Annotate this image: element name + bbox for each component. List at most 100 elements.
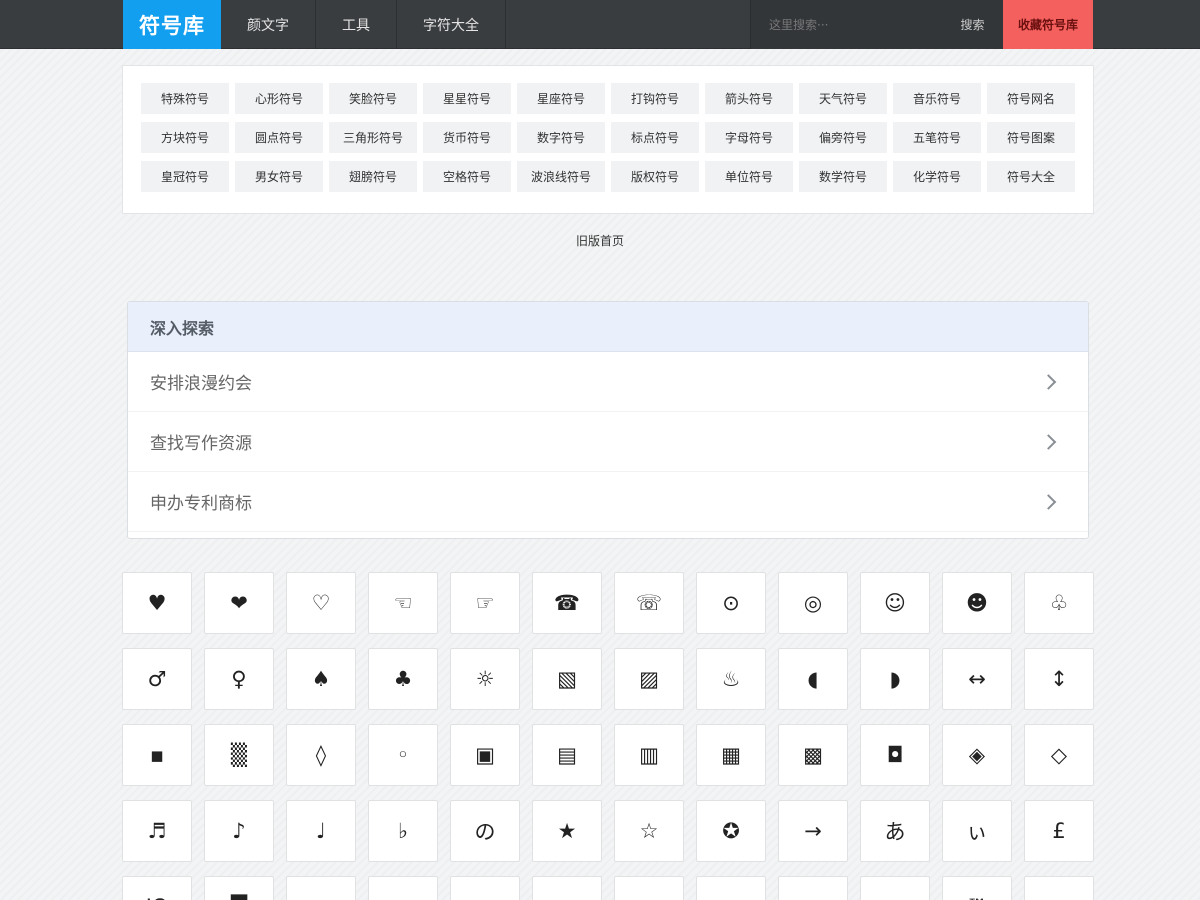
symbol-tile[interactable]: ★ (532, 800, 602, 862)
symbol-tile[interactable]: ♣ (368, 648, 438, 710)
category-item[interactable]: 数学符号 (799, 161, 887, 192)
symbol-tile[interactable]: ☼ (450, 648, 520, 710)
symbol-tile[interactable]: あ (860, 800, 930, 862)
category-item[interactable]: 星座符号 (517, 83, 605, 114)
category-item[interactable]: 圆点符号 (235, 122, 323, 153)
symbol-tile[interactable]: ◗ (860, 648, 930, 710)
category-item[interactable]: 皇冠符号 (141, 161, 229, 192)
symbol-tile[interactable]: ◦ (368, 724, 438, 786)
symbol-tile[interactable]: ◤ (450, 876, 520, 900)
category-item[interactable]: 打钩符号 (611, 83, 699, 114)
category-item[interactable]: 空格符号 (423, 161, 511, 192)
symbol-tile[interactable]: ☎ (532, 572, 602, 634)
category-item[interactable]: 版权符号 (611, 161, 699, 192)
symbol-tile[interactable]: ♥ (122, 572, 192, 634)
symbol-tile[interactable]: ◎ (778, 572, 848, 634)
symbol-tile[interactable]: ™ (942, 876, 1012, 900)
symbol-tile[interactable]: ▒ (204, 724, 274, 786)
category-item[interactable]: 心形符号 (235, 83, 323, 114)
symbol-tile[interactable]: ◇ (1024, 724, 1094, 786)
symbol-tile[interactable]: ♀ (204, 648, 274, 710)
symbol-tile[interactable]: ▨ (614, 648, 684, 710)
category-item[interactable]: 五笔符号 (893, 122, 981, 153)
symbol-tile[interactable]: ♧ (1024, 572, 1094, 634)
symbol-tile[interactable]: ≤ (1024, 876, 1094, 900)
symbol-tile[interactable]: ▩ (778, 724, 848, 786)
explore-item-patent[interactable]: 申办专利商标 (128, 472, 1088, 532)
category-item[interactable]: 星星符号 (423, 83, 511, 114)
symbol-tile[interactable]: ❤ (204, 572, 274, 634)
favorite-button[interactable]: 收藏符号库 (1003, 0, 1093, 49)
explore-item-writing[interactable]: 查找写作资源 (128, 412, 1088, 472)
symbol-tile[interactable]: ↔ (942, 648, 1012, 710)
symbol-tile[interactable]: ぃ (942, 800, 1012, 862)
search-input[interactable] (751, 0, 941, 49)
symbol-tile[interactable]: ◈ (942, 724, 1012, 786)
category-item[interactable]: 天气符号 (799, 83, 887, 114)
symbol-tile[interactable]: ♡ (286, 572, 356, 634)
category-item[interactable]: 货币符号 (423, 122, 511, 153)
symbol-tile[interactable]: ｃ (286, 876, 356, 900)
symbol-tile[interactable]: £ (1024, 800, 1094, 862)
explore-item-date[interactable]: 安排浪漫约会 (128, 352, 1088, 412)
symbol-tile[interactable]: ↕ (1024, 648, 1094, 710)
symbol-tile[interactable]: の (450, 800, 520, 862)
symbol-tile[interactable]: ▣ (450, 724, 520, 786)
nav-emoticons[interactable]: 颜文字 (221, 0, 316, 49)
symbol-tile[interactable]: ✪ (696, 800, 766, 862)
category-item[interactable]: 字母符号 (705, 122, 793, 153)
symbol-tile[interactable]: Ю (122, 876, 192, 900)
category-item[interactable]: 标点符号 (611, 122, 699, 153)
symbol-tile[interactable]: ◬ (368, 876, 438, 900)
category-item[interactable]: 波浪线符号 (517, 161, 605, 192)
symbol-tile[interactable]: ♩ (286, 800, 356, 862)
symbol-tile[interactable]: ◖ (778, 648, 848, 710)
symbol-tile[interactable]: ♪ (204, 800, 274, 862)
symbol-tile[interactable]: ☏ (614, 572, 684, 634)
symbol-tile[interactable]: ｡ (778, 876, 848, 900)
site-logo[interactable]: 符号库 (123, 0, 221, 49)
symbol-tile[interactable]: ▀ (204, 876, 274, 900)
nav-tools[interactable]: 工具 (316, 0, 397, 49)
category-item[interactable]: 符号网名 (987, 83, 1075, 114)
category-item[interactable]: 音乐符号 (893, 83, 981, 114)
symbol-tile[interactable]: ▥ (614, 724, 684, 786)
symbol-tile[interactable]: ♬ (122, 800, 192, 862)
category-item[interactable]: 三角形符号 (329, 122, 417, 153)
symbol-tile[interactable]: ◥ (532, 876, 602, 900)
category-item[interactable]: 符号图案 (987, 122, 1075, 153)
symbol-tile[interactable]: ☻ (942, 572, 1012, 634)
symbol-tile[interactable]: ▦ (696, 724, 766, 786)
symbol-tile[interactable]: ▪ (122, 724, 192, 786)
old-home-link[interactable]: 旧版首页 (0, 232, 1200, 249)
symbol-tile[interactable]: ◢ (696, 876, 766, 900)
symbol-tile[interactable]: ⊙ (696, 572, 766, 634)
category-item[interactable]: 符号大全 (987, 161, 1075, 192)
category-item[interactable]: 化学符号 (893, 161, 981, 192)
category-item[interactable]: 翅膀符号 (329, 161, 417, 192)
category-item[interactable]: 笑脸符号 (329, 83, 417, 114)
nav-character-collection[interactable]: 字符大全 (397, 0, 506, 49)
symbol-tile[interactable]: ≥ (860, 876, 930, 900)
symbol-tile[interactable]: ▤ (532, 724, 602, 786)
symbol-tile[interactable]: ◊ (286, 724, 356, 786)
category-item[interactable]: 数字符号 (517, 122, 605, 153)
symbol-tile[interactable]: ◣ (614, 876, 684, 900)
category-item[interactable]: 偏旁符号 (799, 122, 887, 153)
symbol-tile[interactable]: ☜ (368, 572, 438, 634)
symbol-tile[interactable]: ▧ (532, 648, 602, 710)
category-item[interactable]: 方块符号 (141, 122, 229, 153)
symbol-tile[interactable]: ♨ (696, 648, 766, 710)
category-item[interactable]: 箭头符号 (705, 83, 793, 114)
category-item[interactable]: 单位符号 (705, 161, 793, 192)
symbol-tile[interactable]: ☆ (614, 800, 684, 862)
symbol-tile[interactable]: → (778, 800, 848, 862)
category-item[interactable]: 男女符号 (235, 161, 323, 192)
symbol-tile[interactable]: ☺ (860, 572, 930, 634)
symbol-tile[interactable]: ♂ (122, 648, 192, 710)
search-button[interactable]: 搜索 (941, 0, 1004, 49)
symbol-tile[interactable]: ◘ (860, 724, 930, 786)
symbol-tile[interactable]: ♭ (368, 800, 438, 862)
symbol-tile[interactable]: ☞ (450, 572, 520, 634)
symbol-tile[interactable]: ♠ (286, 648, 356, 710)
